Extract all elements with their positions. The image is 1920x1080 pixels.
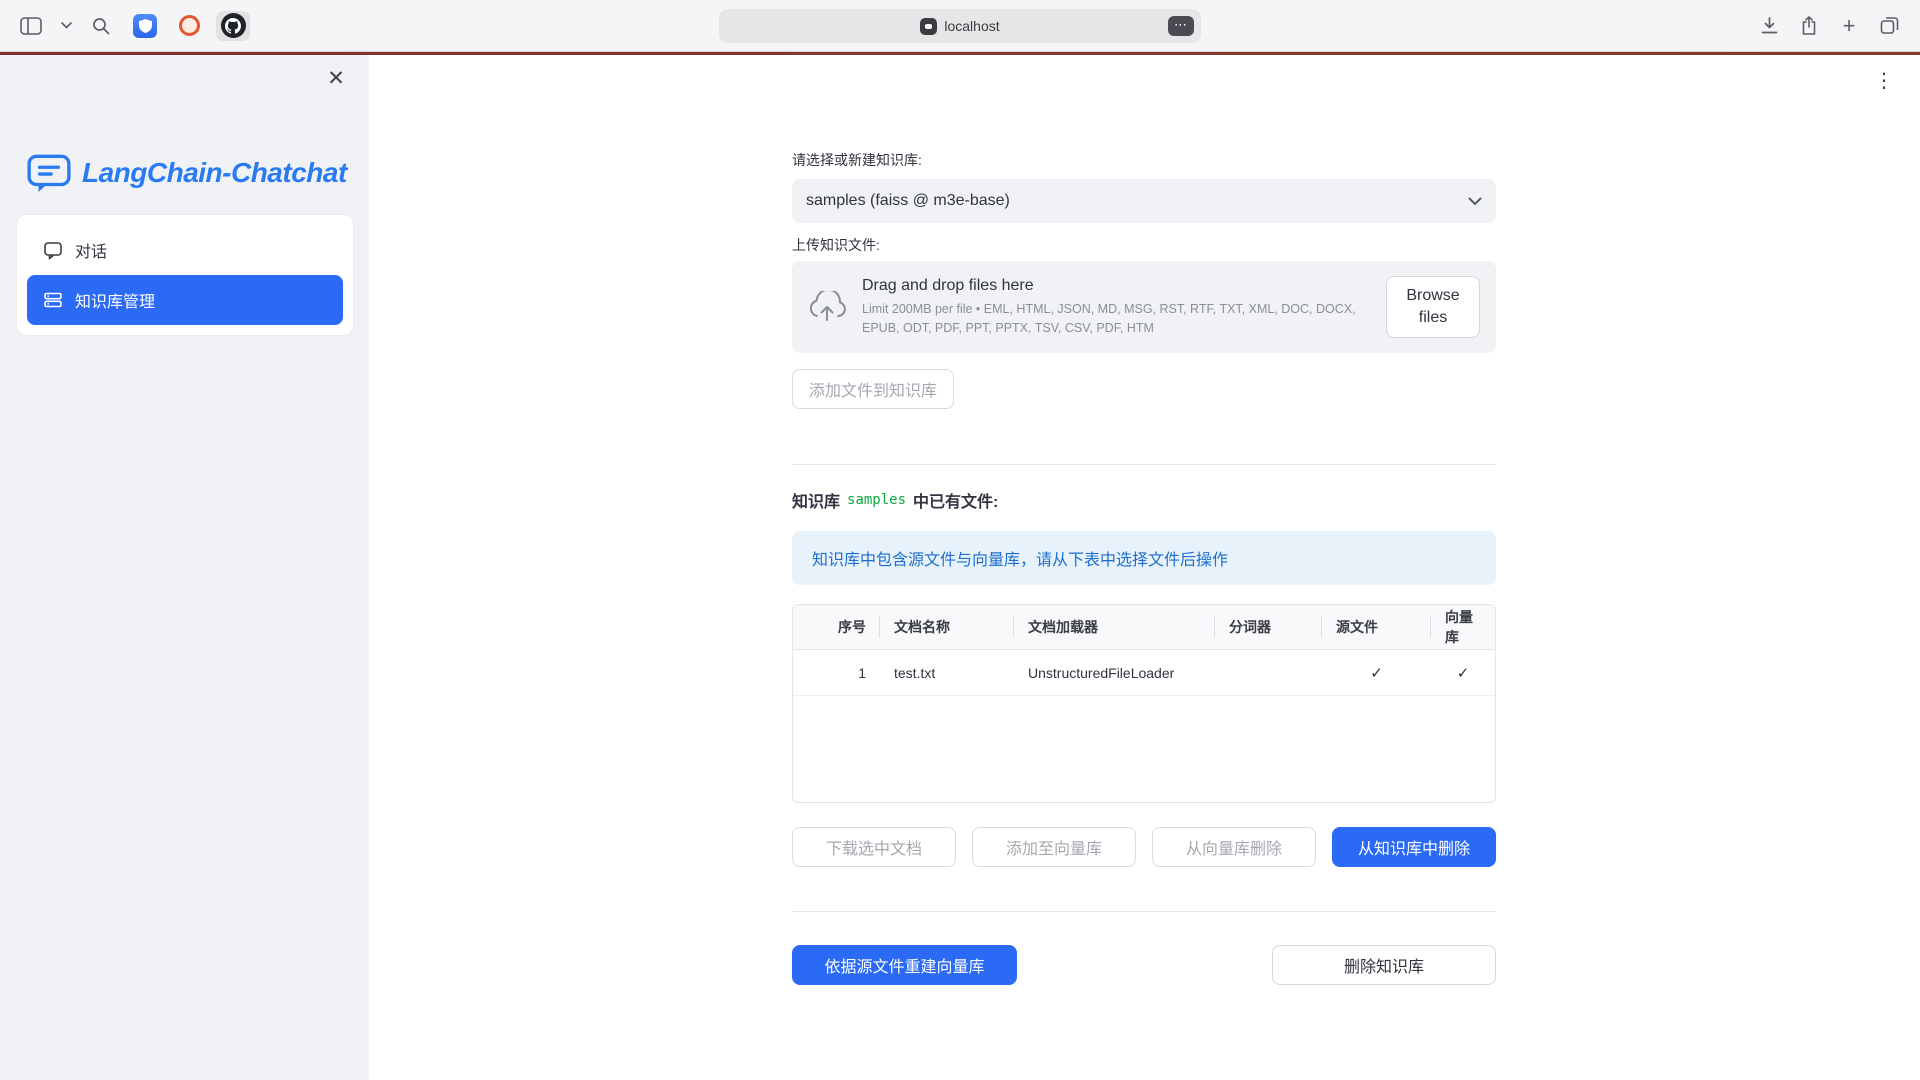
browser-toolbar: localhost ⋯ + <box>0 0 1920 52</box>
cell-index: 1 <box>793 650 880 695</box>
info-banner: 知识库中包含源文件与向量库，请从下表中选择文件后操作 <box>792 531 1496 585</box>
shield-icon <box>133 14 157 38</box>
extension-icon-ring[interactable] <box>172 11 206 41</box>
url-text: localhost <box>944 18 999 34</box>
rebuild-vector-store-button[interactable]: 依据源文件重建向量库 <box>792 945 1017 985</box>
file-dropzone[interactable]: Drag and drop files here Limit 200MB per… <box>792 261 1496 353</box>
plus-icon: + <box>1843 15 1856 37</box>
heading-prefix: 知识库 <box>792 488 840 512</box>
dropzone-limits: Limit 200MB per file • EML, HTML, JSON, … <box>862 300 1374 336</box>
app-viewport: ✕ LangChain-Chatchat 对话 <box>0 55 1920 1080</box>
chevron-down-icon[interactable] <box>58 11 74 41</box>
extension-icon-shield[interactable] <box>128 11 162 41</box>
nav-item-knowledge-base[interactable]: 知识库管理 <box>27 275 343 325</box>
app-logo: LangChain-Chatchat <box>26 151 347 195</box>
github-extension-button[interactable] <box>216 11 250 41</box>
url-bar[interactable]: localhost ⋯ <box>719 9 1201 43</box>
cloud-upload-icon <box>808 291 846 323</box>
divider <box>792 911 1496 912</box>
upload-label: 上传知识文件: <box>792 235 880 255</box>
tab-overview-button[interactable] <box>1872 11 1906 41</box>
sidebar-toggle-button[interactable] <box>14 11 48 41</box>
nav-item-dialogue[interactable]: 对话 <box>27 225 343 275</box>
nav-item-label: 对话 <box>75 238 107 262</box>
heading-suffix: 中已有文件: <box>913 488 998 512</box>
delete-kb-button[interactable]: 删除知识库 <box>1272 945 1496 985</box>
remove-from-vector-store-button[interactable]: 从向量库删除 <box>1152 827 1316 867</box>
col-header-splitter[interactable]: 分词器 <box>1215 605 1322 649</box>
cell-name: test.txt <box>880 650 1014 695</box>
col-header-vector[interactable]: 向量库 <box>1431 605 1495 649</box>
download-selected-button[interactable]: 下载选中文档 <box>792 827 956 867</box>
add-files-button[interactable]: 添加文件到知识库 <box>792 369 954 409</box>
kb-files-heading: 知识库 samples 中已有文件: <box>792 488 998 512</box>
toolbar-right-group: + <box>1752 11 1906 41</box>
dropzone-title: Drag and drop files here <box>862 277 1374 295</box>
col-header-source[interactable]: 源文件 <box>1322 605 1431 649</box>
files-table: 序号 文档名称 文档加载器 分词器 源文件 向量库 1 test.txt Uns… <box>792 604 1496 803</box>
table-action-buttons: 下载选中文档 添加至向量库 从向量库删除 从知识库中删除 <box>792 827 1496 867</box>
logo-chat-bubble-icon <box>26 151 72 195</box>
sidebar-close-button[interactable]: ✕ <box>321 63 351 93</box>
chat-bubble-icon <box>43 240 63 260</box>
col-header-index[interactable]: 序号 <box>793 605 880 649</box>
site-favicon <box>920 18 937 35</box>
search-icon[interactable] <box>84 11 118 41</box>
browse-files-button[interactable]: Browse files <box>1386 276 1480 338</box>
page-menu-button[interactable]: ⋮ <box>1866 67 1902 95</box>
cell-splitter <box>1215 650 1322 695</box>
kb-select-value: samples (faiss @ m3e-base) <box>806 192 1010 210</box>
kb-select-label: 请选择或新建知识库: <box>792 150 922 170</box>
new-tab-button[interactable]: + <box>1832 11 1866 41</box>
cell-loader: UnstructuredFileLoader <box>1014 650 1215 695</box>
check-icon: ✓ <box>1457 664 1470 682</box>
heading-kb-name-code: samples <box>847 492 906 508</box>
share-button[interactable] <box>1792 11 1826 41</box>
divider <box>792 464 1496 465</box>
cell-source-check: ✓ <box>1322 650 1431 695</box>
sidebar-nav: 对话 知识库管理 <box>17 215 353 335</box>
toolbar-left-group <box>14 11 250 41</box>
kb-select-dropdown[interactable]: samples (faiss @ m3e-base) <box>792 179 1496 223</box>
logo-text: LangChain-Chatchat <box>82 157 347 189</box>
table-row[interactable]: 1 test.txt UnstructuredFileLoader ✓ ✓ <box>793 650 1495 696</box>
ring-icon <box>179 15 200 36</box>
dropzone-texts: Drag and drop files here Limit 200MB per… <box>862 277 1374 336</box>
cell-vector-check: ✓ <box>1431 650 1495 695</box>
col-header-loader[interactable]: 文档加载器 <box>1014 605 1215 649</box>
github-icon <box>221 13 246 38</box>
knowledge-base-icon <box>43 290 63 310</box>
downloads-button[interactable] <box>1752 11 1786 41</box>
delete-from-kb-button[interactable]: 从知识库中删除 <box>1332 827 1496 867</box>
sidebar: ✕ LangChain-Chatchat 对话 <box>0 55 369 1080</box>
files-table-header: 序号 文档名称 文档加载器 分词器 源文件 向量库 <box>793 605 1495 650</box>
add-to-vector-store-button[interactable]: 添加至向量库 <box>972 827 1136 867</box>
nav-item-label: 知识库管理 <box>75 288 155 312</box>
screen: localhost ⋯ + ✕ <box>0 0 1920 1080</box>
extension-badge-icon[interactable]: ⋯ <box>1168 16 1194 36</box>
check-icon: ✓ <box>1370 664 1383 682</box>
col-header-name[interactable]: 文档名称 <box>880 605 1014 649</box>
chevron-down-icon <box>1468 197 1482 206</box>
